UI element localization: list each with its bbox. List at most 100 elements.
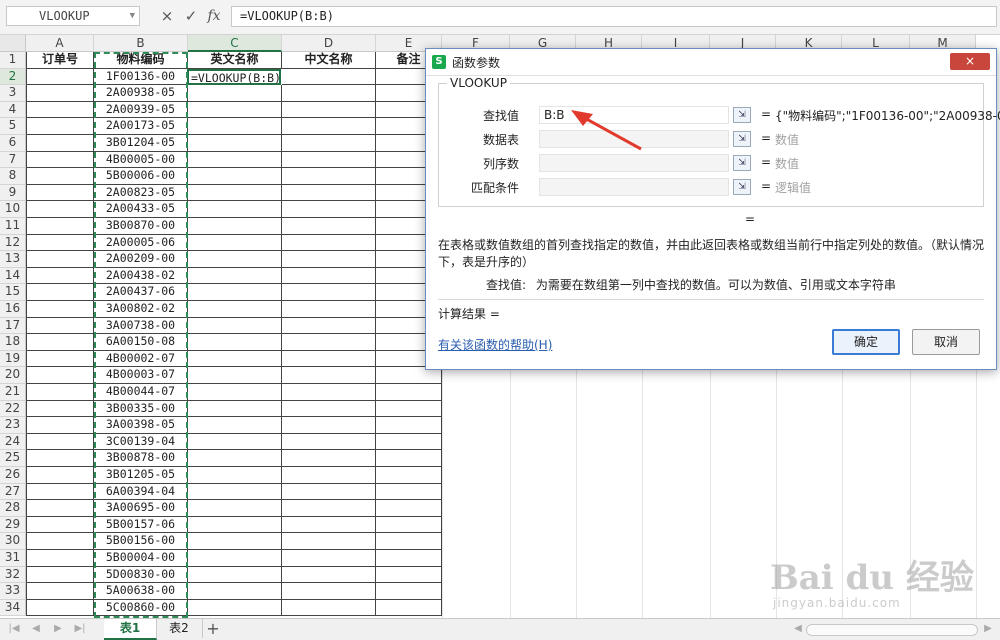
cell[interactable] (376, 516, 442, 534)
material-code-cell[interactable]: 5C00860-00 (94, 599, 188, 617)
row-header[interactable]: 21 (0, 384, 26, 401)
cell[interactable] (26, 384, 94, 401)
cell[interactable] (188, 583, 282, 600)
header-cell[interactable]: 中文名称 (282, 52, 376, 69)
cell[interactable] (26, 433, 94, 451)
cell[interactable] (376, 450, 442, 467)
cell[interactable] (26, 168, 94, 185)
row-header[interactable]: 28 (0, 500, 26, 517)
cell[interactable] (188, 350, 282, 368)
add-sheet-button[interactable]: + (204, 619, 222, 638)
material-code-cell[interactable]: 2A00938-05 (94, 85, 188, 102)
cell[interactable] (282, 566, 376, 584)
cancel-button[interactable]: 取消 (912, 329, 980, 355)
row-header[interactable]: 20 (0, 367, 26, 384)
cell[interactable] (282, 251, 376, 268)
cell[interactable] (282, 334, 376, 351)
row-header[interactable]: 24 (0, 433, 26, 451)
material-code-cell[interactable]: 2A00437-06 (94, 284, 188, 301)
horizontal-scrollbar[interactable]: ◀ ▶ (790, 621, 995, 636)
material-code-cell[interactable]: 2A00939-05 (94, 101, 188, 119)
cell[interactable] (188, 251, 282, 268)
cell[interactable] (26, 201, 94, 218)
range-select-icon[interactable]: ⇲ (733, 155, 751, 171)
cell[interactable] (26, 151, 94, 169)
row-header[interactable]: 12 (0, 234, 26, 252)
material-code-cell[interactable]: 6A00150-08 (94, 334, 188, 351)
row-header[interactable]: 5 (0, 118, 26, 135)
row-header[interactable]: 6 (0, 135, 26, 152)
row-header[interactable]: 2 (0, 68, 26, 86)
name-box[interactable]: VLOOKUP ▼ (6, 6, 140, 26)
cell[interactable] (282, 151, 376, 169)
cell[interactable] (282, 400, 376, 418)
cell[interactable] (188, 433, 282, 451)
cell[interactable] (188, 201, 282, 218)
cell[interactable] (26, 68, 94, 86)
cell[interactable] (282, 367, 376, 384)
row-header[interactable]: 27 (0, 483, 26, 501)
material-code-cell[interactable]: 2A00173-05 (94, 118, 188, 135)
cell[interactable] (282, 218, 376, 235)
material-code-cell[interactable]: 5B00157-06 (94, 516, 188, 534)
material-code-cell[interactable]: 2A00823-05 (94, 184, 188, 202)
cell[interactable] (282, 516, 376, 534)
scroll-right-icon[interactable]: ▶ (980, 621, 996, 637)
fx-icon[interactable]: fx (205, 6, 223, 26)
cell[interactable] (282, 467, 376, 484)
cell[interactable] (188, 533, 282, 550)
cell[interactable] (282, 384, 376, 401)
cell[interactable] (282, 184, 376, 202)
first-sheet-icon[interactable]: |◀ (6, 621, 22, 637)
row-header[interactable]: 17 (0, 317, 26, 335)
ok-button[interactable]: 确定 (832, 329, 900, 355)
material-code-cell[interactable]: 3B00878-00 (94, 450, 188, 467)
arg-input[interactable] (539, 154, 729, 172)
material-code-cell[interactable]: 4B00003-07 (94, 367, 188, 384)
cell[interactable] (26, 417, 94, 434)
last-sheet-icon[interactable]: ▶| (72, 621, 88, 637)
cell[interactable] (376, 467, 442, 484)
cell[interactable] (188, 483, 282, 501)
cell[interactable] (26, 533, 94, 550)
column-header-c[interactable]: C (188, 35, 282, 52)
cell[interactable] (26, 301, 94, 318)
row-header[interactable]: 1 (0, 52, 26, 69)
column-header-a[interactable]: A (26, 35, 94, 52)
cell[interactable] (282, 550, 376, 567)
cell[interactable] (188, 450, 282, 467)
cell[interactable] (282, 267, 376, 285)
cell[interactable] (282, 85, 376, 102)
column-header-d[interactable]: D (282, 35, 376, 52)
row-header[interactable]: 16 (0, 301, 26, 318)
cell[interactable] (188, 334, 282, 351)
cell[interactable] (188, 566, 282, 584)
cell[interactable] (282, 118, 376, 135)
row-header[interactable]: 23 (0, 417, 26, 434)
row-header[interactable]: 30 (0, 533, 26, 550)
cell[interactable] (282, 234, 376, 252)
row-header[interactable]: 10 (0, 201, 26, 218)
cell[interactable] (376, 599, 442, 617)
row-header[interactable]: 19 (0, 350, 26, 368)
cell[interactable] (188, 118, 282, 135)
row-header[interactable]: 4 (0, 101, 26, 119)
cell[interactable] (26, 251, 94, 268)
cell[interactable] (282, 284, 376, 301)
cell[interactable] (26, 550, 94, 567)
cell[interactable] (26, 566, 94, 584)
material-code-cell[interactable]: 4B00044-07 (94, 384, 188, 401)
cell[interactable] (188, 384, 282, 401)
cell[interactable] (26, 599, 94, 617)
cell[interactable] (188, 168, 282, 185)
cell[interactable] (188, 516, 282, 534)
cell[interactable] (376, 566, 442, 584)
cell[interactable] (282, 301, 376, 318)
column-header-b[interactable]: B (94, 35, 188, 52)
prev-sheet-icon[interactable]: ◀ (28, 621, 44, 637)
material-code-cell[interactable]: 2A00005-06 (94, 234, 188, 252)
cell[interactable] (26, 583, 94, 600)
cell[interactable] (26, 334, 94, 351)
cell[interactable] (188, 135, 282, 152)
cell[interactable] (188, 301, 282, 318)
